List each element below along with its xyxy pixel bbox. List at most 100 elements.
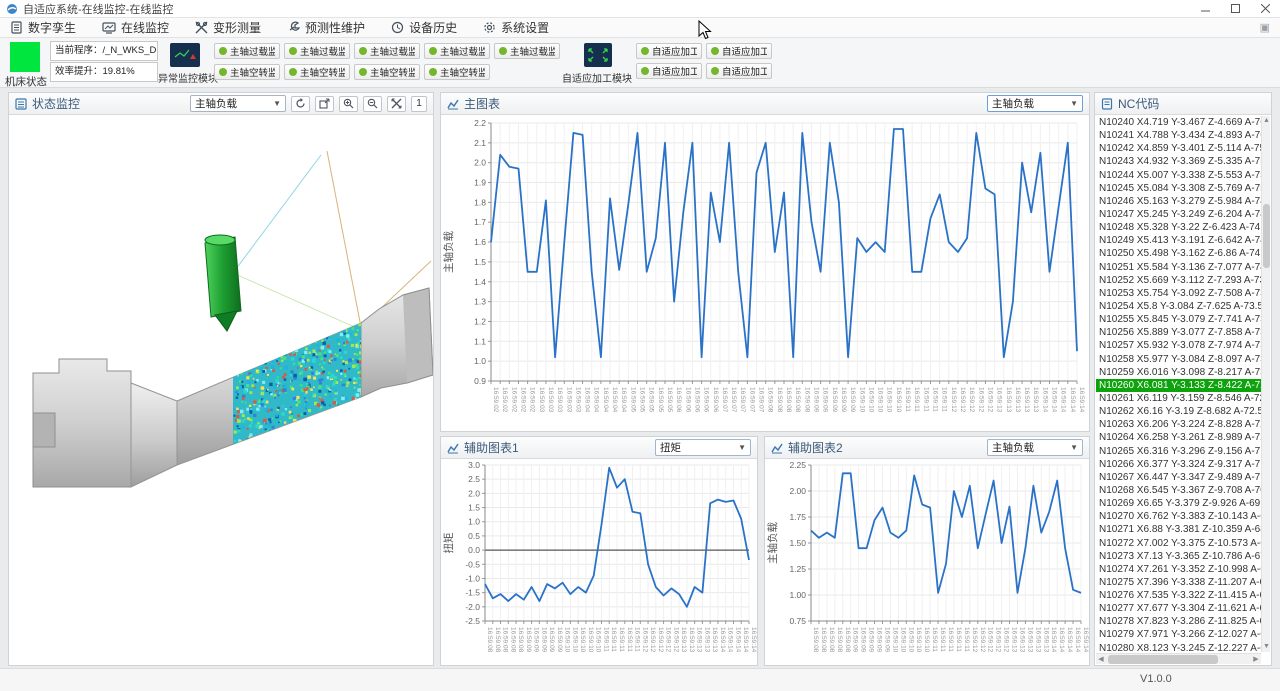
scroll-left-icon[interactable]: ◀ (1096, 654, 1106, 665)
menu-item-online-monitor[interactable]: 在线监控 (102, 19, 169, 36)
nc-vertical-scrollbar[interactable]: ▲ ▼ (1261, 116, 1270, 652)
nc-horizontal-scrollbar[interactable]: ◀ ▶ (1096, 653, 1261, 664)
spindle-idle-monitor-button[interactable]: 主轴空转监控 (354, 64, 420, 80)
aux-chart2-metric-dropdown[interactable]: 主轴负载▼ (987, 439, 1083, 456)
aux-chart1-metric-dropdown[interactable]: 扭矩▼ (655, 439, 751, 456)
close-button[interactable] (1250, 0, 1280, 17)
scrollbar-thumb[interactable] (1108, 655, 1218, 664)
fit-view-icon[interactable] (387, 96, 406, 112)
spindle-overload-monitor-button[interactable]: 主轴过载监控 (354, 43, 420, 59)
scroll-right-icon[interactable]: ▶ (1251, 654, 1261, 665)
svg-text:2.5: 2.5 (468, 474, 480, 484)
nc-code-line[interactable]: N10277 X7.677 Y-3.304 Z-11.621 A-64.48 (1096, 602, 1261, 615)
view-metric-dropdown[interactable]: 主轴负载▼ (190, 95, 286, 112)
nc-code-line[interactable]: N10262 X6.16 Y-3.19 Z-8.682 A-72.534 C (1096, 405, 1261, 418)
machine-3d-view[interactable] (9, 115, 433, 665)
nc-code-line[interactable]: N10253 X5.754 Y-3.092 Z-7.508 A-73.677 (1096, 287, 1261, 300)
nc-code-line[interactable]: N10274 X7.261 Y-3.352 Z-10.998 A-66.67 (1096, 563, 1261, 576)
nc-code-line[interactable]: N10252 X5.669 Y-3.112 Z-7.293 A-73.844 (1096, 274, 1261, 287)
svg-text:1.25: 1.25 (789, 564, 806, 574)
nc-code-line[interactable]: N10254 X5.8 Y-3.084 Z-7.625 A-73.571 C (1096, 300, 1261, 313)
menu-item-digital-twin[interactable]: 数字孪生 (10, 19, 76, 36)
window-pin-icon[interactable]: ▣ (1260, 21, 1270, 34)
spindle-overload-monitor-button[interactable]: 主轴过载监控 (284, 43, 350, 59)
nc-code-line[interactable]: N10276 X7.535 Y-3.322 Z-11.415 A-65.22 (1096, 589, 1261, 602)
zoom-in-icon[interactable] (339, 96, 358, 112)
nc-code-line[interactable]: N10279 X7.971 Y-3.266 Z-12.027 A-62.98 (1096, 628, 1261, 641)
nc-code-line[interactable]: N10271 X6.88 Y-3.381 Z-10.359 A-68.711 (1096, 523, 1261, 536)
menu-item-system-settings[interactable]: 系统设置 (483, 19, 549, 36)
scroll-up-icon[interactable]: ▲ (1262, 116, 1271, 126)
nc-code-line-active[interactable]: N10260 X6.081 Y-3.133 Z-8.422 A-72.835 (1096, 379, 1261, 392)
menu-item-predictive-maintenance[interactable]: 预测性维护 (287, 19, 365, 36)
svg-text:16:59:12: 16:59:12 (977, 387, 984, 413)
spindle-overload-monitor-button-label: 主轴过载监控 (510, 44, 555, 58)
zoom-out-icon[interactable] (363, 96, 382, 112)
spindle-idle-monitor-button[interactable]: 主轴空转监控 (284, 64, 350, 80)
nc-code-line[interactable]: N10261 X6.119 Y-3.159 Z-8.546 A-72.701 (1096, 392, 1261, 405)
nc-code-line[interactable]: N10251 X5.584 Y-3.136 Z-7.077 A-74.012 (1096, 261, 1261, 274)
nc-code-line[interactable]: N10264 X6.258 Y-3.261 Z-8.989 A-72.072 (1096, 431, 1261, 444)
nc-code-line[interactable]: N10259 X6.016 Y-3.098 Z-8.217 A-73.036 (1096, 366, 1261, 379)
anomaly-module-icon[interactable] (170, 43, 200, 67)
nc-code-line[interactable]: N10250 X5.498 Y-3.162 Z-6.86 A-74.178 C (1096, 247, 1261, 260)
nc-code-line[interactable]: N10273 X7.13 Y-3.365 Z-10.786 A-67.372 (1096, 550, 1261, 563)
status-dot-icon (429, 68, 437, 76)
nc-code-line[interactable]: N10275 X7.396 Y-3.338 Z-11.207 A-65.95 (1096, 576, 1261, 589)
machine-status-indicator (10, 42, 40, 72)
scrollbar-thumb[interactable] (1263, 204, 1270, 268)
nc-code-line[interactable]: N10245 X5.084 Y-3.308 Z-5.769 A-75.088 (1096, 182, 1261, 195)
nc-code-line[interactable]: N10242 X4.859 Y-3.401 Z-5.114 A-75.775 (1096, 142, 1261, 155)
svg-text:16:59:13: 16:59:13 (1014, 387, 1021, 413)
svg-text:16:59:13: 16:59:13 (711, 627, 718, 653)
adaptive-machining-button[interactable]: 自适应加工 (706, 43, 772, 59)
spindle-overload-monitor-button[interactable]: 主轴过载监控 (494, 43, 560, 59)
menu-item-deform-measure[interactable]: 变形测量 (195, 19, 261, 36)
nc-code-line[interactable]: N10267 X6.447 Y-3.347 Z-9.489 A-71.055 (1096, 471, 1261, 484)
nc-code-line[interactable]: N10265 X6.316 Y-3.296 Z-9.156 A-71.771 (1096, 445, 1261, 458)
adaptive-machining-button[interactable]: 自适应加工 (636, 63, 702, 79)
svg-text:16:59:09: 16:59:09 (831, 387, 838, 413)
nc-code-line[interactable]: N10266 X6.377 Y-3.324 Z-9.317 A-71.443 (1096, 458, 1261, 471)
nc-code-line[interactable]: N10243 X4.932 Y-3.369 Z-5.335 A-75.523 (1096, 155, 1261, 168)
svg-text:-1.5: -1.5 (465, 588, 480, 598)
nc-code-line[interactable]: N10255 X5.845 Y-3.079 Z-7.741 A-73.458 (1096, 313, 1261, 326)
nc-code-line[interactable]: N10270 X6.762 Y-3.383 Z-10.143 A-69.34 (1096, 510, 1261, 523)
svg-text:16:59:10: 16:59:10 (587, 627, 594, 653)
nc-code-list[interactable]: N10240 X4.719 Y-3.467 Z-4.669 A-76.396N1… (1096, 116, 1261, 652)
nc-code-line[interactable]: N10268 X6.545 Y-3.367 Z-9.708 A-70.519 (1096, 484, 1261, 497)
nc-code-line[interactable]: N10249 X5.413 Y-3.191 Z-6.642 A-74.346 (1096, 234, 1261, 247)
main-chart-metric-dropdown[interactable]: 主轴负载▼ (987, 95, 1083, 112)
nc-code-line[interactable]: N10256 X5.889 Y-3.077 Z-7.858 A-73.348 (1096, 326, 1261, 339)
spindle-idle-monitor-button[interactable]: 主轴空转监控 (424, 64, 490, 80)
nc-code-line[interactable]: N10258 X5.977 Y-3.084 Z-8.097 A-73.138 (1096, 353, 1261, 366)
nc-code-line[interactable]: N10280 X8.123 Y-3.245 Z-12.227 A-62.23 (1096, 642, 1261, 652)
adaptive-machining-button[interactable]: 自适应加工 (636, 43, 702, 59)
nc-code-line[interactable]: N10247 X5.245 Y-3.249 Z-6.204 A-74.701 (1096, 208, 1261, 221)
minimize-button[interactable] (1190, 0, 1220, 17)
spindle-idle-monitor-button[interactable]: 主轴空转监控 (214, 64, 280, 80)
scroll-down-icon[interactable]: ▼ (1262, 642, 1271, 652)
nc-code-line[interactable]: N10263 X6.206 Y-3.224 Z-8.828 A-72.33 C (1096, 418, 1261, 431)
menu-item-device-history[interactable]: 设备历史 (391, 19, 457, 36)
nc-code-line[interactable]: N10269 X6.65 Y-3.379 Z-9.926 A-69.947 C (1096, 497, 1261, 510)
svg-text:16:59:13: 16:59:13 (1018, 627, 1025, 653)
spindle-overload-monitor-button[interactable]: 主轴过载监控 (214, 43, 280, 59)
rotate-view-icon[interactable] (291, 96, 310, 112)
adaptive-machining-button[interactable]: 自适应加工 (706, 63, 772, 79)
adaptive-module-icon[interactable] (584, 43, 612, 67)
nc-code-line[interactable]: N10241 X4.788 Y-3.434 Z-4.893 A-76.062 (1096, 129, 1261, 142)
aux-chart1-header: 辅助图表1 扭矩▼ (441, 437, 757, 459)
nc-code-line[interactable]: N10272 X7.002 Y-3.375 Z-10.573 A-68.05 (1096, 537, 1261, 550)
nc-code-line[interactable]: N10278 X7.823 Y-3.286 Z-11.825 A-63.73 (1096, 615, 1261, 628)
nc-code-line[interactable]: N10248 X5.328 Y-3.22 Z-6.423 A-74.52 C (1096, 221, 1261, 234)
svg-text:16:59:11: 16:59:11 (955, 627, 962, 652)
nc-code-line[interactable]: N10240 X4.719 Y-3.467 Z-4.669 A-76.396 (1096, 116, 1261, 129)
nc-code-line[interactable]: N10246 X5.163 Y-3.279 Z-5.984 A-74.892 (1096, 195, 1261, 208)
nc-code-line[interactable]: N10257 X5.932 Y-3.078 Z-7.974 A-73.243 (1096, 339, 1261, 352)
spindle-overload-monitor-button[interactable]: 主轴过载监控 (424, 43, 490, 59)
maximize-button[interactable] (1220, 0, 1250, 17)
nc-code-line[interactable]: N10244 X5.007 Y-3.338 Z-5.553 A-75.297 (1096, 169, 1261, 182)
reset-view-icon[interactable] (315, 96, 334, 112)
svg-text:16:59:08: 16:59:08 (803, 387, 810, 413)
